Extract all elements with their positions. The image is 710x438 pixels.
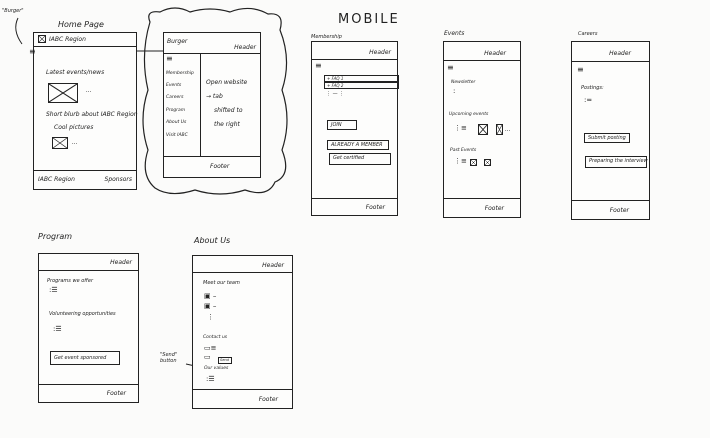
team-member: ▣ – [204,292,217,300]
send-annotation: "Send" button [160,352,178,364]
latest-heading: Latest events/news [46,69,105,76]
events-frame: Header ≡ Newsletter : Upcoming events ⋮≡… [443,41,521,218]
newsletter-list: : [453,87,456,95]
programs-heading: Programs we offer [47,278,94,284]
burger-frame: Burger Header ≡ Membership Events Career… [163,32,261,178]
past-heading: Past Events [450,148,477,153]
event-image[interactable] [496,124,503,135]
values-heading: Our values [204,366,229,371]
footer-label: Footer [484,205,504,212]
home-page-frame: IABC Region ≡ Latest events/news ... Sho… [29,32,138,190]
footer-label: Footer [210,163,230,170]
note-line: → tab [206,93,223,100]
event-sponsored-button[interactable]: Get event sponsored [50,351,120,365]
membership-title: Membership [311,34,342,40]
list-icon: ⋮ [207,313,214,321]
events-title: Events [444,30,465,37]
interview-prep-button[interactable]: Preparing the interview [585,156,648,168]
hamburger-icon[interactable]: ≡ [166,55,173,63]
team-member: ▣ – [204,302,217,310]
postings-heading: Postings: [581,85,604,91]
contact-field[interactable]: ▭≡ [204,345,216,352]
header-label: Header [234,44,256,51]
menu-item-membership[interactable]: Membership [166,71,194,76]
about-title: About Us [194,236,231,245]
careers-frame: Header ≡ Postings: :≂ Submit posting Pre… [571,41,650,220]
footer-label: Footer [258,396,278,403]
list-icon: :☰ [53,325,62,333]
already-member-button[interactable]: ALREADY A MEMBER [327,140,389,150]
volunteer-heading: Volunteering opportunities [49,311,116,317]
past-event-image[interactable] [484,159,491,166]
footer-left[interactable]: IABC Region [38,176,75,183]
about-frame: Header Meet our team ▣ – ▣ – ⋮ Contact u… [192,255,293,409]
membership-frame: Header ≡ + FAQ 1 + FAQ 2 ⋮ — ⋮ JOIN ALRE… [311,41,399,216]
note-line: shifted to [214,107,243,114]
event-image[interactable] [478,124,488,135]
burger-title: Burger [167,38,188,45]
menu-item-program[interactable]: Program [166,108,185,113]
note-line: the right [214,121,240,128]
logo-text: IABC Region [49,36,86,43]
list-icon: :☰ [206,375,215,383]
hamburger-icon[interactable]: ≡ [29,48,36,56]
header-label: Header [609,50,631,57]
more-ellipsis: ... [505,126,511,133]
hamburger-icon[interactable]: ≡ [315,62,322,70]
pictures-heading: Cool pictures [54,124,94,131]
more-ellipsis: ... [72,139,78,146]
menu-item-events[interactable]: Events [166,83,181,88]
burger-annotation: "Burger" [2,8,24,14]
picture-image[interactable] [52,137,68,149]
hamburger-icon[interactable]: ≡ [447,64,454,72]
menu-item-visit-iabc[interactable]: Visit IABC [166,133,188,138]
header-label: Header [484,50,506,57]
past-event-image[interactable] [470,159,477,166]
header-label: Header [369,49,391,56]
logo-icon [38,35,46,43]
home-footer: IABC Region Sponsors [34,170,136,189]
contact-field[interactable]: ▭ [204,354,211,361]
footer-label: Footer [365,204,385,211]
careers-title: Careers [578,31,598,37]
footer-sponsors[interactable]: Sponsors [105,176,132,183]
mobile-title: MOBILE [338,12,400,27]
send-button[interactable]: Send [218,357,232,364]
newsletter-heading: Newsletter [451,80,476,85]
menu-item-about[interactable]: About Us [166,120,186,125]
faq-row[interactable]: + FAQ 1 [324,75,399,82]
contact-heading: Contact us [203,335,228,340]
hamburger-icon[interactable]: ≡ [577,66,584,74]
list-icon: ⋮≡ [454,157,467,165]
submit-posting-button[interactable]: Submit posting [584,133,630,143]
home-title: Home Page [58,20,104,29]
list-icon: :☰ [49,286,58,294]
note-line: Open website [206,79,248,86]
more-ellipsis: ... [86,87,92,94]
faq-row[interactable]: + FAQ 2 [324,82,399,89]
footer-label: Footer [106,390,126,397]
list-icon: :≂ [584,96,593,104]
blurb-text: Short blurb about IABC Region [46,111,138,118]
more-rows: ⋮ — ⋮ [326,91,345,97]
menu-item-careers[interactable]: Careers [166,95,183,100]
program-frame: Header Programs we offer :☰ Volunteering… [38,253,139,403]
get-certified-button[interactable]: Get certified [329,153,391,165]
header-label: Header [262,262,284,269]
home-header: IABC Region [34,33,136,47]
header-label: Header [110,259,132,266]
list-icon: ⋮≡ [454,124,467,132]
footer-label: Footer [609,207,629,214]
program-title: Program [38,232,73,241]
join-button[interactable]: JOIN [327,120,357,130]
team-heading: Meet our team [203,280,240,286]
upcoming-heading: Upcoming events [449,112,489,117]
news-image[interactable] [48,83,78,103]
